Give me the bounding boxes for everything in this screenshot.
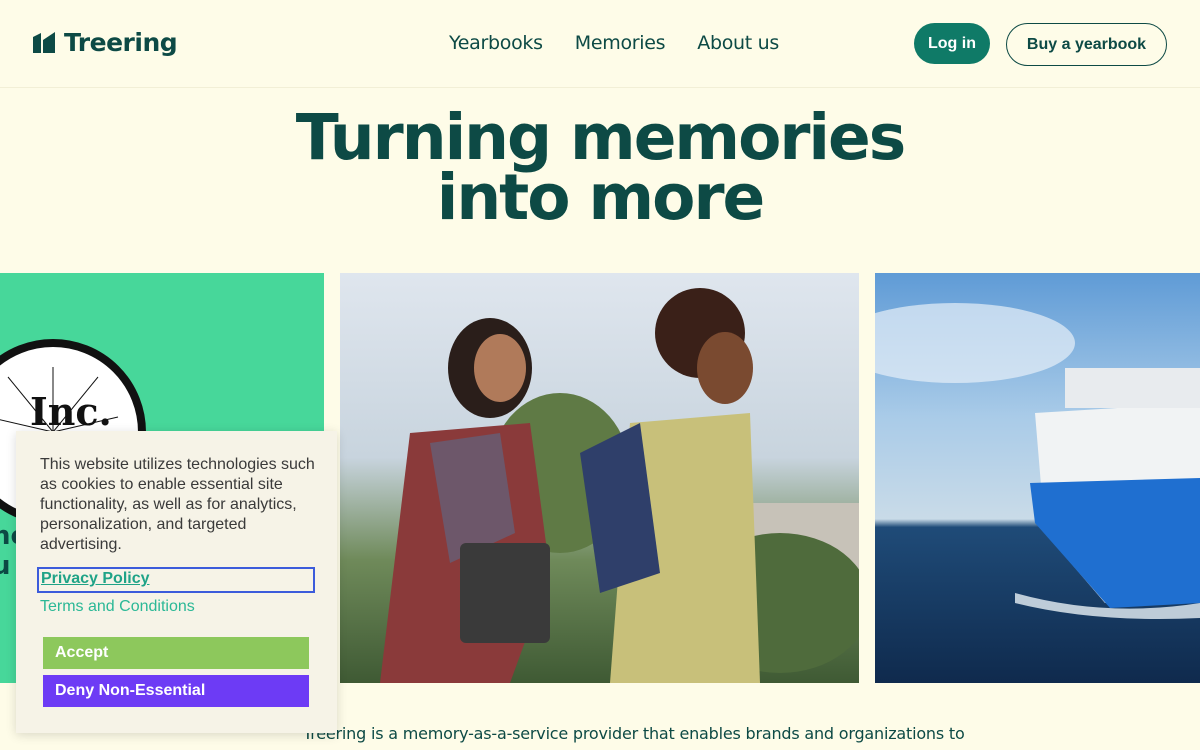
nav-about-us[interactable]: About us xyxy=(697,32,779,54)
hero-title-line2: into more xyxy=(436,161,766,234)
buy-yearbook-button[interactable]: Buy a yearbook xyxy=(1006,23,1167,66)
main-nav: Yearbooks Memories About us xyxy=(449,32,779,54)
students-photo xyxy=(340,273,859,683)
deny-non-essential-button[interactable]: Deny Non-Essential xyxy=(43,675,309,707)
hero-title-line1: Turning memories xyxy=(295,101,907,174)
badge-inc-text: Inc. xyxy=(30,389,112,434)
hero-title: Turning memories into more xyxy=(0,101,1200,234)
terms-conditions-link[interactable]: Terms and Conditions xyxy=(40,598,195,616)
logo-link[interactable]: Treering xyxy=(32,28,178,57)
cruise-ship-photo xyxy=(875,273,1200,683)
site-header: Treering Yearbooks Memories About us Log… xyxy=(0,0,1200,88)
students-illustration xyxy=(380,288,859,683)
accept-cookies-button[interactable]: Accept xyxy=(43,637,309,669)
cookie-message: This website utilizes technologies such … xyxy=(40,456,315,553)
login-button[interactable]: Log in xyxy=(914,23,990,64)
brand-name: Treering xyxy=(64,28,178,57)
intro-text: Treering is a memory-as-a-service provid… xyxy=(303,724,965,743)
nav-yearbooks[interactable]: Yearbooks xyxy=(449,32,543,54)
cookie-banner: This website utilizes technologies such … xyxy=(16,431,337,733)
ship-illustration xyxy=(875,303,1200,619)
treering-logo-icon xyxy=(33,31,55,53)
nav-memories[interactable]: Memories xyxy=(575,32,666,54)
privacy-policy-link[interactable]: Privacy Policy xyxy=(37,567,315,593)
